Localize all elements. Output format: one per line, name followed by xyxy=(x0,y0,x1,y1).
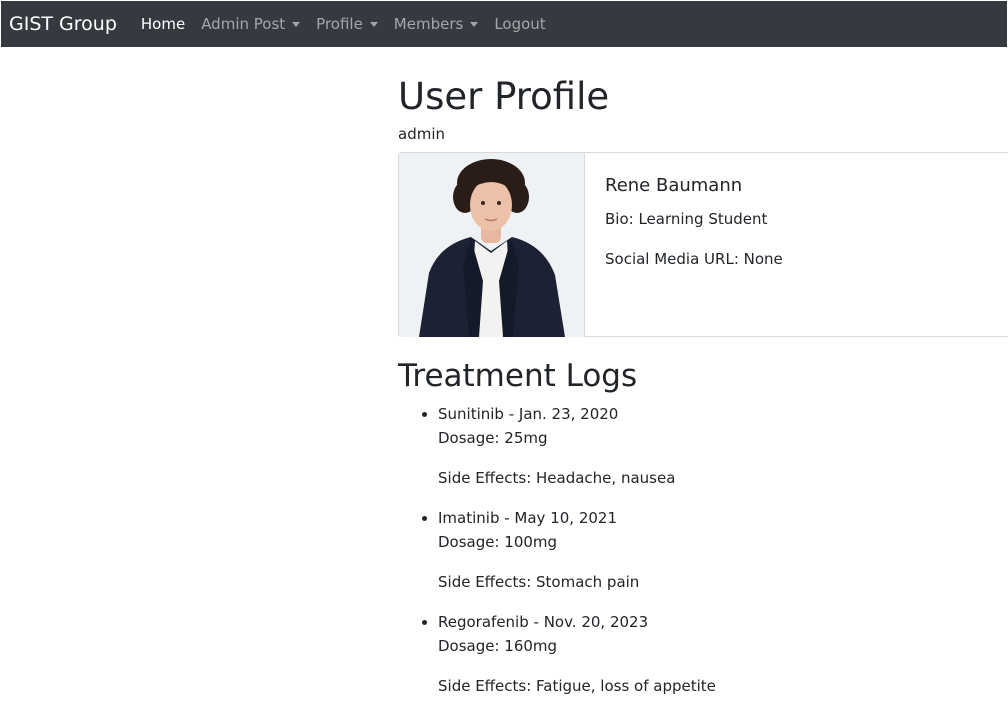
caret-down-icon xyxy=(470,21,479,27)
nav-home-label: Home xyxy=(140,15,186,33)
log-side-effects: Side Effects: Headache, nausea xyxy=(438,469,676,487)
nav-profile-label: Profile xyxy=(316,15,363,33)
profile-name: Rene Baumann xyxy=(605,175,743,196)
log-dosage: Dosage: 100mg xyxy=(438,533,558,551)
profile-social-url: Social Media URL: None xyxy=(605,250,783,268)
nav-logout-label: Logout xyxy=(494,15,546,33)
treatment-logs-title: Treatment Logs xyxy=(398,358,638,394)
profile-card-body: Rene Baumann Bio: Learning Student Socia… xyxy=(585,153,803,336)
nav-home[interactable]: Home xyxy=(141,15,185,33)
caret-down-icon xyxy=(292,21,301,27)
list-item: Imatinib - May 10, 2021 Dosage: 100mg Si… xyxy=(438,506,716,594)
log-heading: Imatinib - May 10, 2021 xyxy=(438,509,617,527)
list-item: Sunitinib - Jan. 23, 2020 Dosage: 25mg S… xyxy=(438,402,716,490)
list-item: Regorafenib - Nov. 20, 2023 Dosage: 160m… xyxy=(438,610,716,698)
profile-card: Rene Baumann Bio: Learning Student Socia… xyxy=(398,152,1008,337)
caret-down-icon xyxy=(369,21,378,27)
log-dosage: Dosage: 160mg xyxy=(438,637,558,655)
page-title: User Profile xyxy=(398,75,610,118)
log-heading: Regorafenib - Nov. 20, 2023 xyxy=(438,613,649,631)
main-content: User Profile admin Rene Baumann Bio: Lea… xyxy=(398,48,1008,695)
log-side-effects: Side Effects: Fatigue, loss of appetite xyxy=(438,677,716,695)
nav-admin-post-label: Admin Post xyxy=(201,15,286,33)
nav-admin-post[interactable]: Admin Post xyxy=(201,15,301,33)
profile-bio: Bio: Learning Student xyxy=(605,210,768,228)
brand-link[interactable]: GIST Group xyxy=(9,13,117,35)
log-side-effects: Side Effects: Stomach pain xyxy=(438,573,640,591)
avatar xyxy=(399,153,585,337)
log-dosage: Dosage: 25mg xyxy=(438,429,548,447)
top-navbar: GIST Group Home Admin Post Profile Membe… xyxy=(1,1,1007,47)
nav-members-label: Members xyxy=(393,15,464,33)
profile-photo xyxy=(399,153,584,337)
nav-logout[interactable]: Logout xyxy=(494,15,545,33)
nav-members[interactable]: Members xyxy=(394,15,479,33)
nav-profile[interactable]: Profile xyxy=(316,15,378,33)
treatment-logs-list: Sunitinib - Jan. 23, 2020 Dosage: 25mg S… xyxy=(398,402,716,714)
log-heading: Sunitinib - Jan. 23, 2020 xyxy=(438,405,619,423)
username-label: admin xyxy=(398,125,445,143)
